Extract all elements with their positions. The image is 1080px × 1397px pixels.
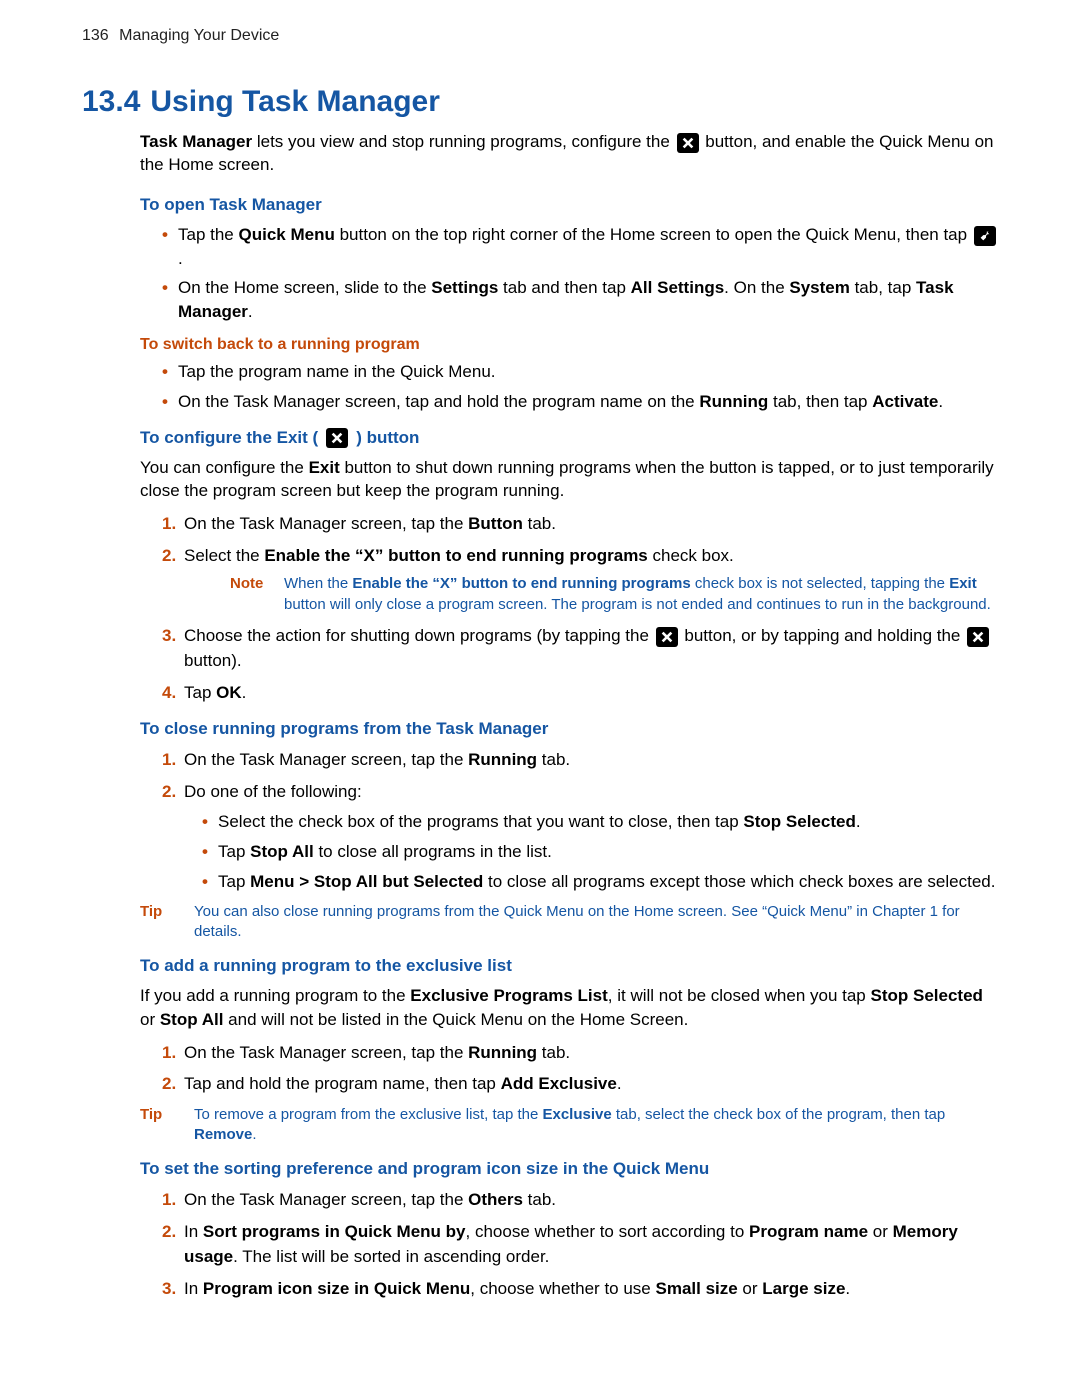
configure-steps: On the Task Manager screen, tap the Butt… [140,511,998,705]
page: 136 Managing Your Device 13.4 Using Task … [0,0,1080,1397]
list-item: Tap Stop All to close all programs in th… [202,840,998,864]
wrench-icon [974,226,996,246]
heading-open-task-manager: To open Task Manager [140,195,998,215]
section-number: 13.4 [82,85,140,118]
list-item: Tap Menu > Stop All but Selected to clos… [202,870,998,894]
tip-row: Tip To remove a program from the exclusi… [140,1105,998,1146]
chapter-title: Managing Your Device [119,27,279,44]
list-item: Choose the action for shutting down prog… [162,623,998,674]
heading-sorting-pref: To set the sorting preference and progra… [140,1159,998,1179]
heading-configure-exit: To configure the Exit ( ) button [140,428,998,448]
list-item: Select the Enable the “X” button to end … [162,543,998,615]
list-item: On the Home screen, slide to the Setting… [162,276,998,324]
body: Task Manager lets you view and stop runn… [140,131,998,1301]
list-item: On the Task Manager screen, tap the Othe… [162,1187,998,1213]
configure-paragraph: You can configure the Exit button to shu… [140,456,998,504]
heading-switch-back: To switch back to a running program [140,336,998,354]
tip-label: Tip [140,1105,180,1146]
x-icon [326,428,348,448]
list-item: Tap the program name in the Quick Menu. [162,360,998,384]
x-icon [967,627,989,647]
page-header: 136 Managing Your Device [82,27,998,45]
note-row: Note When the Enable the “X” button to e… [184,574,998,615]
list-item: On the Task Manager screen, tap and hold… [162,390,998,414]
tip-row: Tip You can also close running programs … [140,902,998,943]
list-item: Tap OK. [162,680,998,706]
exclusive-paragraph: If you add a running program to the Excl… [140,984,998,1032]
list-item: Select the check box of the programs tha… [202,810,998,834]
note-label: Note [230,574,270,615]
close-steps: On the Task Manager screen, tap the Runn… [140,747,998,893]
list-item: In Sort programs in Quick Menu by, choos… [162,1219,998,1270]
list-item: Tap and hold the program name, then tap … [162,1071,998,1097]
heading-exclusive-list: To add a running program to the exclusiv… [140,956,998,976]
tip-text: To remove a program from the exclusive l… [194,1105,998,1146]
x-icon [656,627,678,647]
list-item: In Program icon size in Quick Menu, choo… [162,1276,998,1302]
page-number: 136 [82,27,109,44]
note-text: When the Enable the “X” button to end ru… [284,574,998,615]
exclusive-steps: On the Task Manager screen, tap the Runn… [140,1040,998,1097]
tip-text: You can also close running programs from… [194,902,998,943]
list-item: On the Task Manager screen, tap the Runn… [162,1040,998,1066]
heading-close-programs: To close running programs from the Task … [140,719,998,739]
tip-label: Tip [140,902,180,943]
list-item: Do one of the following: Select the chec… [162,779,998,894]
open-bullets: Tap the Quick Menu button on the top rig… [140,223,998,324]
list-item: Tap the Quick Menu button on the top rig… [162,223,998,271]
intro-strong: Task Manager [140,132,252,151]
switch-bullets: Tap the program name in the Quick Menu. … [140,360,998,414]
section-title: 13.4 Using Task Manager [82,85,998,119]
sorting-steps: On the Task Manager screen, tap the Othe… [140,1187,998,1301]
x-icon [677,133,699,153]
list-item: On the Task Manager screen, tap the Butt… [162,511,998,537]
close-sub-bullets: Select the check box of the programs tha… [184,810,998,893]
intro-paragraph: Task Manager lets you view and stop runn… [140,131,998,177]
section-heading: Using Task Manager [150,85,440,118]
list-item: On the Task Manager screen, tap the Runn… [162,747,998,773]
